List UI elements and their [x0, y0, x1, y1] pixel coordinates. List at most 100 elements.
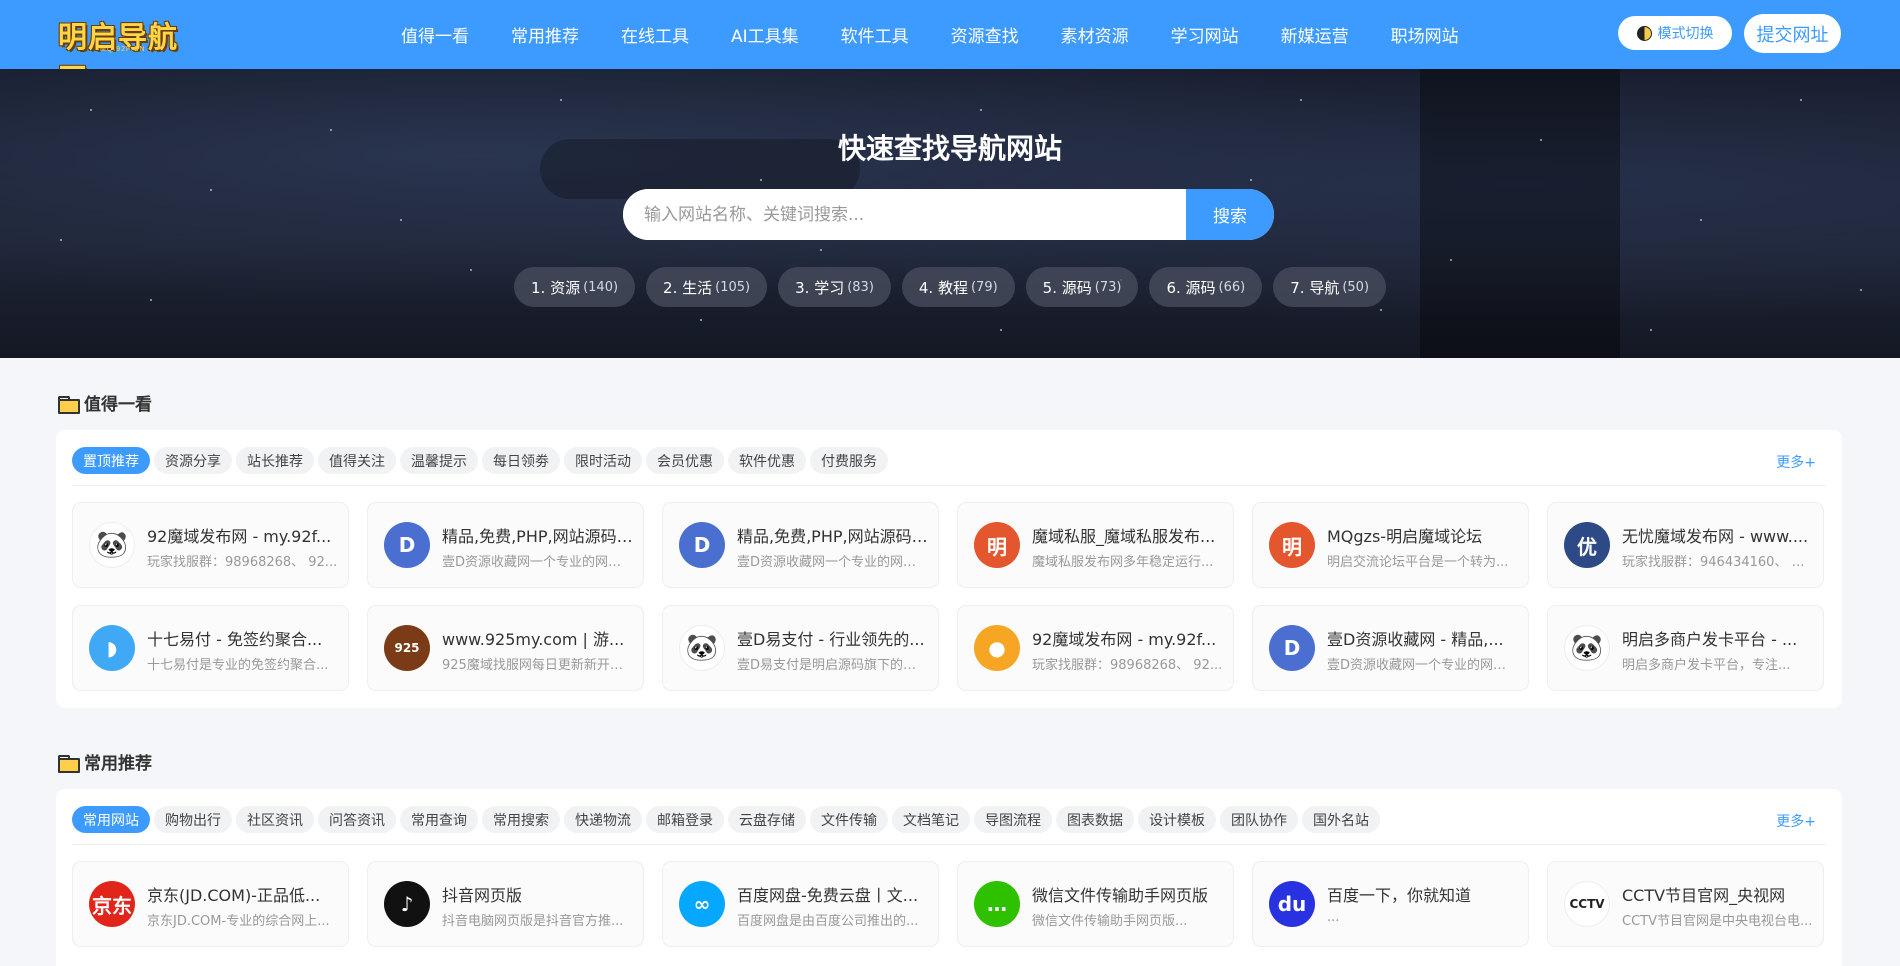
section-title: 常用推荐 — [84, 754, 152, 774]
category-tab[interactable]: 文件传输 — [810, 806, 888, 833]
hot-tag[interactable]: 4. 教程 (79) — [901, 267, 1015, 307]
top-navbar: 明启导航网 MQ.92F.CN 值得一看常用推荐在线工具AI工具集软件工具资源查… — [0, 0, 1900, 96]
submit-site-button[interactable]: 提交网址 — [1744, 14, 1841, 53]
site-card-desc: 抖音电脑网页版是抖音官方推... — [442, 914, 624, 929]
hot-tag[interactable]: 3. 学习 (83) — [778, 267, 891, 307]
category-tab[interactable]: 购物出行 — [154, 806, 232, 833]
category-tab[interactable]: 付费服务 — [810, 447, 888, 474]
category-tab[interactable]: 常用搜索 — [482, 806, 560, 833]
category-tab[interactable]: 软件优惠 — [728, 447, 806, 474]
site-card[interactable]: CCTV CCTV节目官网_央视网 CCTV节目官网是中央电视台电... — [1547, 861, 1824, 947]
hot-tag-count: (140) — [583, 279, 619, 295]
site-card[interactable]: ♪ 抖音网页版抖音电脑网页版是抖音官方推... — [367, 861, 644, 947]
hot-tag[interactable]: 2. 生活 (105) — [646, 267, 768, 307]
site-card[interactable]: … 微信文件传输助手网页版 微信文件传输助手网页版... — [957, 861, 1234, 947]
hot-tag-label: 7. 导航 — [1290, 278, 1340, 297]
category-tab[interactable]: 值得关注 — [318, 447, 396, 474]
category-tab[interactable]: 温馨提示 — [400, 447, 478, 474]
hot-tag-count: (73) — [1094, 279, 1122, 295]
site-card[interactable]: 🐼 壹D易支付 - 行业领先的... 壹D易支付是明启源码旗下的免... — [662, 605, 939, 691]
site-card[interactable]: D 壹D资源收藏网 - 精品,... 壹D资源收藏网一个专业的网络... — [1252, 605, 1529, 691]
site-card[interactable]: 925 www.925my.com | 游... 925魔域找服网每日更新新开魔..… — [367, 605, 644, 691]
nav-item[interactable]: 软件工具 — [820, 22, 930, 47]
hot-tag[interactable]: 5. 源码 (73) — [1025, 267, 1139, 307]
site-card-title: 微信文件传输助手网页版 — [1032, 886, 1209, 905]
hot-tag[interactable]: 6. 源码 (66) — [1149, 267, 1263, 307]
site-card[interactable]: D 精品,免费,PHP,网站源码,... 壹D资源收藏网一个专业的网络... — [662, 502, 939, 588]
nav-item[interactable]: 学习网站 — [1150, 22, 1260, 47]
site-card-title: 精品,免费,PHP,网站源码,... — [737, 527, 928, 546]
more-link[interactable]: 更多+ — [1776, 811, 1816, 831]
more-link[interactable]: 更多+ — [1776, 452, 1816, 472]
site-logo[interactable]: 明启导航网 MQ.92F.CN — [58, 12, 198, 96]
search-button[interactable]: 搜索 — [1186, 189, 1274, 240]
site-card[interactable]: ● 92魔域发布网 - my.92f... 玩家找服群：98968268、 92..… — [957, 605, 1234, 691]
site-card-title: 百度网盘-免费云盘丨文... — [737, 886, 919, 905]
category-tab[interactable]: 社区资讯 — [236, 806, 314, 833]
nav-item[interactable]: 职场网站 — [1370, 22, 1480, 47]
nav-item[interactable]: 新媒运营 — [1260, 22, 1370, 47]
folder-icon — [58, 754, 80, 773]
mode-switch-button[interactable]: 模式切换 — [1618, 16, 1732, 50]
category-tab[interactable]: 导图流程 — [974, 806, 1052, 833]
nav-item[interactable]: 资源查找 — [930, 22, 1040, 47]
section-panel-2: 常用网站 购物出行 社区资讯 问答资讯 常用查询 常用搜索 快递物流 邮箱登录 云盘存储 文件传输… — [56, 789, 1842, 966]
site-card[interactable]: D 精品,免费,PHP,网站源码,... 壹D资源收藏网一个专业的网络... — [367, 502, 644, 588]
site-card-title: 精品,免费,PHP,网站源码,... — [442, 527, 633, 546]
category-tab[interactable]: 限时活动 — [564, 447, 642, 474]
search-input[interactable] — [623, 189, 1186, 240]
site-card[interactable]: 京东 京东(JD.COM)-正品低... 京东JD.COM-专业的综合网上... — [72, 861, 349, 947]
category-tab[interactable]: 常用查询 — [400, 806, 478, 833]
site-card-title: 抖音网页版 — [442, 886, 523, 905]
category-tab[interactable]: 邮箱登录 — [646, 806, 724, 833]
nav-item[interactable]: 值得一看 — [380, 22, 490, 47]
nav-item[interactable]: 在线工具 — [600, 22, 710, 47]
site-card[interactable]: 优无忧魔域发布网 - www.... 玩家找服群：946434160、 无... — [1547, 502, 1824, 588]
hot-tag[interactable]: 7. 导航 (50) — [1273, 267, 1387, 307]
site-card-desc: 玩家找服群：98968268、 92... — [1032, 658, 1223, 673]
site-card[interactable]: 🐼 92魔域发布网 - my.92f... 玩家找服群：98968268、 92..… — [72, 502, 349, 588]
site-card[interactable]: ∞ 百度网盘-免费云盘丨文... 百度网盘是由百度公司推出的... — [662, 861, 939, 947]
folder-icon — [58, 395, 80, 414]
ming-icon: 明 — [1269, 522, 1315, 568]
category-tab[interactable]: 设计模板 — [1138, 806, 1216, 833]
hot-tag[interactable]: 1. 资源 (140) — [513, 267, 636, 307]
hot-tag-count: (79) — [970, 279, 998, 295]
category-tab[interactable]: 站长推荐 — [236, 447, 314, 474]
category-tab[interactable]: 云盘存储 — [728, 806, 806, 833]
category-tab[interactable]: 快递物流 — [564, 806, 642, 833]
hot-tag-label: 6. 源码 — [1166, 278, 1216, 297]
hot-tag-label: 2. 生活 — [663, 278, 713, 297]
category-tab[interactable]: 图表数据 — [1056, 806, 1134, 833]
category-tab[interactable]: 资源分享 — [154, 447, 232, 474]
nav-item[interactable]: 素材资源 — [1040, 22, 1150, 47]
category-tab[interactable]: 置顶推荐 — [72, 447, 150, 474]
category-tab[interactable]: 团队协作 — [1220, 806, 1298, 833]
category-tab[interactable]: 文档笔记 — [892, 806, 970, 833]
category-tab[interactable]: 常用网站 — [72, 806, 150, 833]
panda-icon: 🐼 — [679, 625, 725, 671]
site-card-title: 百度一下，你就知道 — [1327, 886, 1472, 905]
theme-toggle-icon — [1636, 25, 1652, 41]
category-tab[interactable]: 国外名站 — [1302, 806, 1380, 833]
category-tab[interactable]: 会员优惠 — [646, 447, 724, 474]
site-card[interactable]: 🐼 明启多商户发卡平台 - ... 明启多商户发卡平台，专注... — [1547, 605, 1824, 691]
site-card-title: CCTV节目官网_央视网 — [1622, 886, 1786, 905]
site-card-desc: 玩家找服群：98968268、 92... — [147, 555, 338, 570]
category-tab[interactable]: 问答资讯 — [318, 806, 396, 833]
douyin-icon: ♪ — [384, 881, 430, 927]
nav-item[interactable]: 常用推荐 — [490, 22, 600, 47]
site-card-desc: 京东JD.COM-专业的综合网上... — [147, 914, 330, 929]
site-card[interactable]: du 百度一下，你就知道... — [1252, 861, 1529, 947]
category-tab[interactable]: 每日领劵 — [482, 447, 560, 474]
site-card[interactable]: 明魔域私服_魔域私服发布... 魔域私服发布网多年稳定运行... — [957, 502, 1234, 588]
site-card[interactable]: ◗ 十七易付 - 免签约聚合... 十七易付是专业的免签约聚合... — [72, 605, 349, 691]
ming-icon: 明 — [974, 522, 1020, 568]
logo-subtext: MQ.92F.CN — [100, 46, 146, 53]
hot-tag-label: 3. 学习 — [795, 278, 845, 297]
nav-item[interactable]: AI工具集 — [710, 22, 820, 47]
bird-icon: ◗ — [89, 625, 135, 671]
search-box: 搜索 — [623, 189, 1274, 240]
site-card-desc: 壹D资源收藏网一个专业的网络... — [737, 555, 928, 570]
site-card[interactable]: 明 MQgzs-明启魔域论坛 明启交流论坛平台是一个转为... — [1252, 502, 1529, 588]
